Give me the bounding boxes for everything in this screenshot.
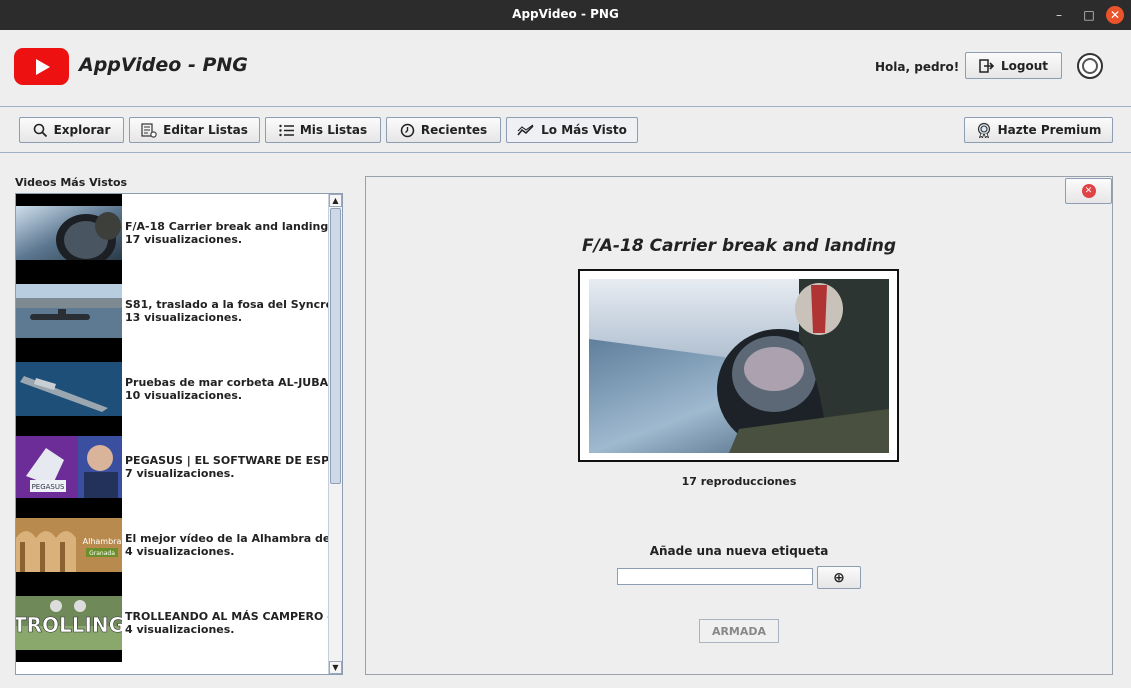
navigation-bar: Explorar Editar Listas Mis Listas Recien… bbox=[0, 107, 1131, 153]
hazte-premium-button[interactable]: Hazte Premium bbox=[964, 117, 1113, 143]
list-item[interactable]: TROLLING TROLLEANDO AL MÁS CAMPERO de 4 … bbox=[16, 584, 330, 662]
play-count: 17 reproducciones bbox=[681, 475, 797, 488]
close-panel-button[interactable]: ✕ bbox=[1065, 178, 1112, 204]
trolling-thumb-text: TROLLING bbox=[16, 613, 122, 637]
video-title: S81, traslado a la fosa del Syncro bbox=[125, 298, 330, 311]
video-views: 10 visualizaciones. bbox=[125, 389, 243, 402]
alhambra-thumb-text: Alhambra bbox=[83, 537, 122, 546]
add-circle-icon: ⊕ bbox=[833, 569, 845, 586]
app-title: AppVideo - PNG bbox=[79, 54, 248, 76]
video-views: 4 visualizaciones. bbox=[125, 545, 235, 558]
logout-button[interactable]: Logout bbox=[965, 52, 1062, 79]
video-thumbnail bbox=[16, 350, 122, 428]
add-tag-button[interactable]: ⊕ bbox=[817, 566, 861, 589]
list-item[interactable]: Alhambra Granada El mejor vídeo de la Al… bbox=[16, 506, 330, 584]
explorar-button[interactable]: Explorar bbox=[19, 117, 124, 143]
video-title: TROLLEANDO AL MÁS CAMPERO de bbox=[125, 610, 330, 623]
app-header: AppVideo - PNG Hola, pedro! Logout bbox=[0, 30, 1131, 107]
video-info: S81, traslado a la fosa del Syncro 13 vi… bbox=[125, 298, 330, 324]
logout-label: Logout bbox=[1000, 58, 1048, 73]
video-title: F/A-18 Carrier break and landing bbox=[581, 236, 897, 256]
video-thumbnail: Alhambra Granada bbox=[16, 506, 122, 584]
user-greeting: Hola, pedro! bbox=[875, 60, 960, 74]
video-views: 4 visualizaciones. bbox=[125, 623, 235, 636]
maximize-icon[interactable]: □ bbox=[1080, 6, 1098, 24]
scroll-up-icon[interactable]: ▲ bbox=[329, 194, 342, 207]
video-title: F/A-18 Carrier break and landing bbox=[125, 220, 329, 233]
most-viewed-title: Videos Más Vistos bbox=[15, 176, 128, 189]
scroll-down-icon[interactable]: ▼ bbox=[329, 661, 342, 674]
video-views: 17 visualizaciones. bbox=[125, 233, 243, 246]
scrollbar-thumb[interactable] bbox=[330, 208, 341, 484]
lo-mas-visto-button[interactable]: Lo Más Visto bbox=[506, 117, 638, 143]
video-info: TROLLEANDO AL MÁS CAMPERO de 4 visualiza… bbox=[125, 610, 330, 636]
edit-list-icon bbox=[141, 122, 157, 138]
logout-icon bbox=[979, 58, 995, 73]
tag-input[interactable] bbox=[617, 568, 813, 585]
video-views: 7 visualizaciones. bbox=[125, 467, 235, 480]
add-tag-label: Añade una nueva etiqueta bbox=[649, 544, 829, 558]
list-item[interactable]: Pruebas de mar corbeta AL-JUBAI 10 visua… bbox=[16, 350, 330, 428]
video-title: El mejor vídeo de la Alhambra de bbox=[125, 532, 330, 545]
close-icon: ✕ bbox=[1081, 184, 1096, 198]
list-icon bbox=[279, 124, 294, 136]
tag-chip[interactable]: ARMADA bbox=[699, 619, 779, 643]
window-title: AppVideo - PNG bbox=[512, 7, 619, 21]
editar-listas-button[interactable]: Editar Listas bbox=[129, 117, 260, 143]
mis-listas-label: Mis Listas bbox=[299, 123, 368, 137]
mis-listas-button[interactable]: Mis Listas bbox=[265, 117, 381, 143]
video-thumbnail: TROLLING bbox=[16, 584, 122, 662]
youtube-logo-icon bbox=[14, 48, 69, 85]
video-info: PEGASUS | EL SOFTWARE DE ESPIO 7 visuali… bbox=[125, 454, 330, 480]
editar-listas-label: Editar Listas bbox=[163, 123, 248, 137]
explorar-label: Explorar bbox=[53, 123, 111, 137]
clock-icon bbox=[400, 123, 415, 137]
close-icon[interactable]: ✕ bbox=[1106, 6, 1124, 24]
minimize-icon[interactable]: – bbox=[1050, 6, 1068, 24]
avatar[interactable] bbox=[1077, 53, 1103, 79]
list-item[interactable]: S81, traslado a la fosa del Syncro 13 vi… bbox=[16, 272, 330, 350]
video-thumbnail bbox=[16, 194, 122, 272]
video-thumbnail: PEGASUS bbox=[16, 428, 122, 506]
video-info: Pruebas de mar corbeta AL-JUBAI 10 visua… bbox=[125, 376, 330, 402]
video-title: PEGASUS | EL SOFTWARE DE ESPIO bbox=[125, 454, 330, 467]
list-scrollbar[interactable]: ▲ ▼ bbox=[328, 194, 342, 674]
pegasus-thumb-text: PEGASUS bbox=[32, 483, 65, 491]
video-thumbnail bbox=[16, 272, 122, 350]
trend-icon bbox=[517, 124, 534, 135]
list-item[interactable]: PEGASUS PEGASUS | EL SOFTWARE DE ESPIO 7… bbox=[16, 428, 330, 506]
video-views: 13 visualizaciones. bbox=[125, 311, 243, 324]
search-icon bbox=[33, 123, 47, 137]
recientes-button[interactable]: Recientes bbox=[386, 117, 501, 143]
window-titlebar: AppVideo - PNG – □ ✕ bbox=[0, 0, 1131, 30]
video-detail-panel: ✕ F/A-18 Carrier break and landing 17 re… bbox=[365, 176, 1113, 675]
hazte-premium-label: Hazte Premium bbox=[997, 123, 1102, 137]
lo-mas-visto-label: Lo Más Visto bbox=[541, 123, 627, 137]
video-player[interactable] bbox=[578, 269, 899, 462]
granada-thumb-text: Granada bbox=[89, 550, 115, 557]
most-viewed-list[interactable]: F/A-18 Carrier break and landing 17 visu… bbox=[15, 193, 343, 675]
video-info: El mejor vídeo de la Alhambra de 4 visua… bbox=[125, 532, 330, 558]
video-frame bbox=[589, 279, 889, 453]
list-item[interactable]: F/A-18 Carrier break and landing 17 visu… bbox=[16, 194, 329, 272]
video-title: Pruebas de mar corbeta AL-JUBAI bbox=[125, 376, 330, 389]
premium-badge-icon bbox=[977, 122, 990, 138]
recientes-label: Recientes bbox=[420, 123, 488, 137]
video-info: F/A-18 Carrier break and landing 17 visu… bbox=[125, 220, 330, 246]
